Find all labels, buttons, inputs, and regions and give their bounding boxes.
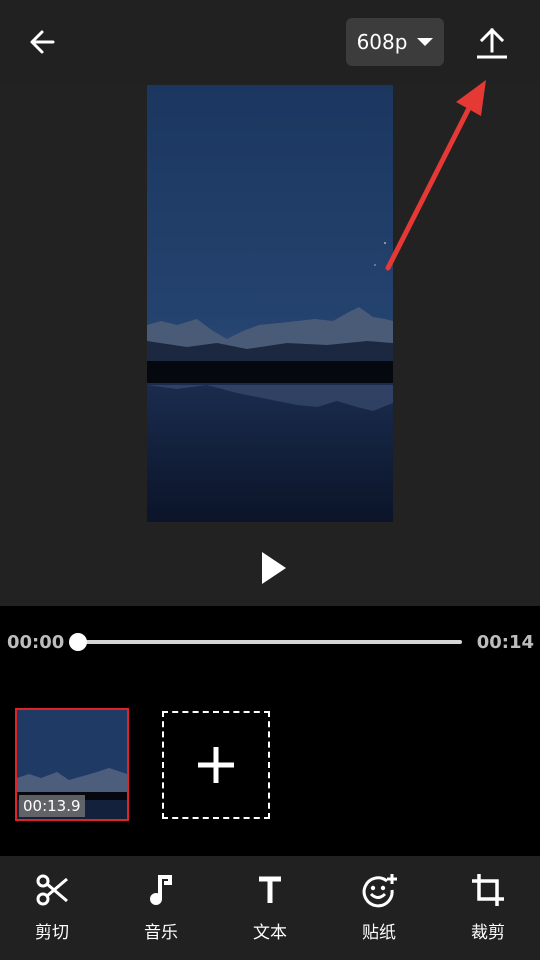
editing-toolbar: 剪切 音乐 文本 贴纸 裁剪 — [0, 856, 540, 960]
text-icon — [259, 876, 281, 903]
tool-label: 剪切 — [35, 923, 69, 943]
music-note-icon — [150, 875, 172, 905]
back-arrow-icon — [30, 30, 55, 54]
export-button[interactable] — [468, 20, 516, 64]
tool-cut[interactable]: 剪切 — [16, 856, 88, 960]
top-bar: 608p — [0, 0, 540, 84]
clip-duration: 00:13.9 — [19, 795, 85, 817]
add-clip-button[interactable] — [162, 711, 270, 819]
upload-icon — [477, 27, 507, 59]
caret-down-icon — [417, 38, 434, 46]
scissors-icon — [36, 874, 68, 906]
tool-crop[interactable]: 裁剪 — [452, 856, 524, 960]
crop-icon — [472, 874, 504, 906]
preview-area — [0, 84, 540, 606]
play-icon[interactable] — [256, 548, 292, 588]
tool-label: 贴纸 — [362, 923, 396, 943]
total-duration: 00:14 — [476, 632, 534, 653]
tool-label: 音乐 — [144, 923, 178, 943]
sticker-icon — [362, 874, 397, 908]
current-time: 00:00 — [7, 632, 65, 653]
tool-sticker[interactable]: 贴纸 — [343, 856, 415, 960]
tool-text[interactable]: 文本 — [234, 856, 306, 960]
tool-label: 文本 — [253, 923, 287, 943]
resolution-label: 608p — [356, 30, 408, 54]
tool-music[interactable]: 音乐 — [125, 856, 197, 960]
night-landscape-image — [147, 85, 393, 522]
timeline-panel: 00:00 00:14 00:13.9 — [0, 606, 540, 856]
back-button[interactable] — [22, 22, 62, 62]
seek-bar[interactable] — [78, 640, 462, 644]
seek-thumb[interactable] — [69, 633, 87, 651]
clip-thumbnail[interactable]: 00:13.9 — [15, 708, 129, 821]
video-preview — [147, 85, 393, 522]
resolution-dropdown[interactable]: 608p — [346, 18, 444, 66]
tool-label: 裁剪 — [471, 923, 505, 943]
plus-icon — [198, 747, 234, 783]
